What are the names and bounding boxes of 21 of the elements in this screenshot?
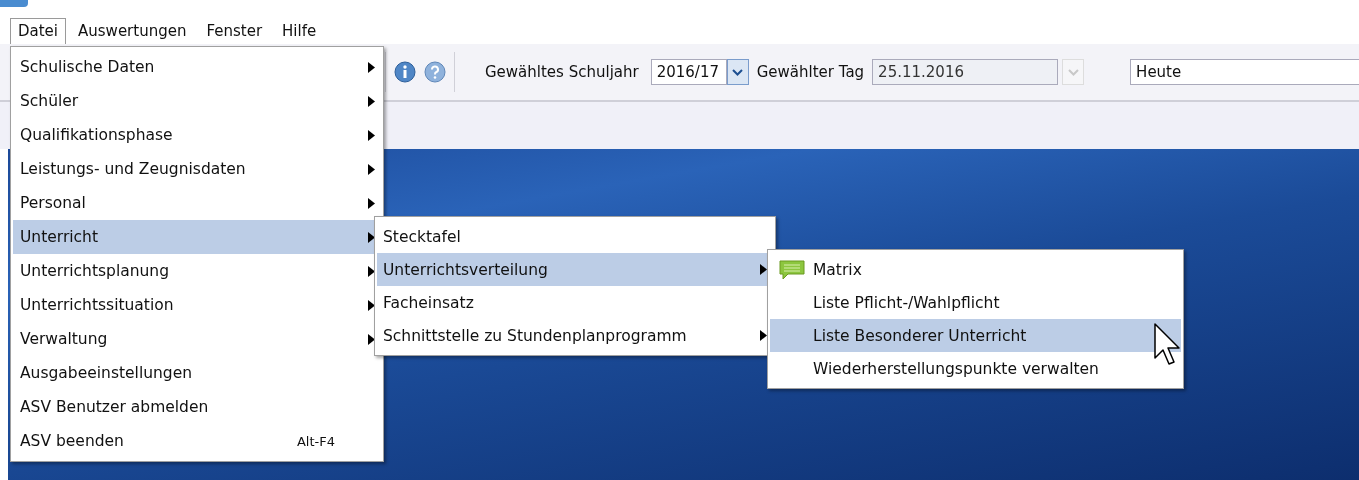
input-field[interactable]: Heute [1130, 59, 1359, 85]
menu-item[interactable]: ASV Benutzer abmelden [13, 390, 381, 424]
menu-item[interactable]: Personal [13, 186, 381, 220]
menu-item[interactable]: Schüler [13, 84, 381, 118]
menu-item[interactable]: Leistungs- und Zeugnisdaten [13, 152, 381, 186]
menu-bar-item[interactable]: Fenster [198, 18, 271, 44]
menu-item[interactable]: Wiederherstellungspunkte verwalten [770, 352, 1181, 385]
menu-item[interactable]: Liste Besonderer Unterricht [770, 319, 1181, 352]
menu-bar-item[interactable]: Auswertungen [70, 18, 195, 44]
school-year-combo[interactable]: 2016/17 [650, 59, 727, 85]
menu-item[interactable]: Schulische Daten [13, 50, 381, 84]
menu-item[interactable]: ASV beenden Alt-F4 [13, 424, 381, 458]
menu-item[interactable]: Liste Pflicht-/Wahlpflicht [770, 286, 1181, 319]
shortcut-label: Alt-F4 [296, 433, 335, 449]
menu-item[interactable]: Ausgabeeinstellungen [13, 356, 381, 390]
school-year-label: Gewähltes Schuljahr [485, 63, 639, 81]
menu-item[interactable]: Matrix [770, 253, 1181, 286]
menu-bar-item[interactable]: Datei [10, 18, 67, 44]
day-label: Gewählter Tag [756, 63, 865, 81]
menu-item[interactable]: Qualifikationsphase [13, 118, 381, 152]
menu-bar-item[interactable]: Hilfe [274, 18, 325, 44]
